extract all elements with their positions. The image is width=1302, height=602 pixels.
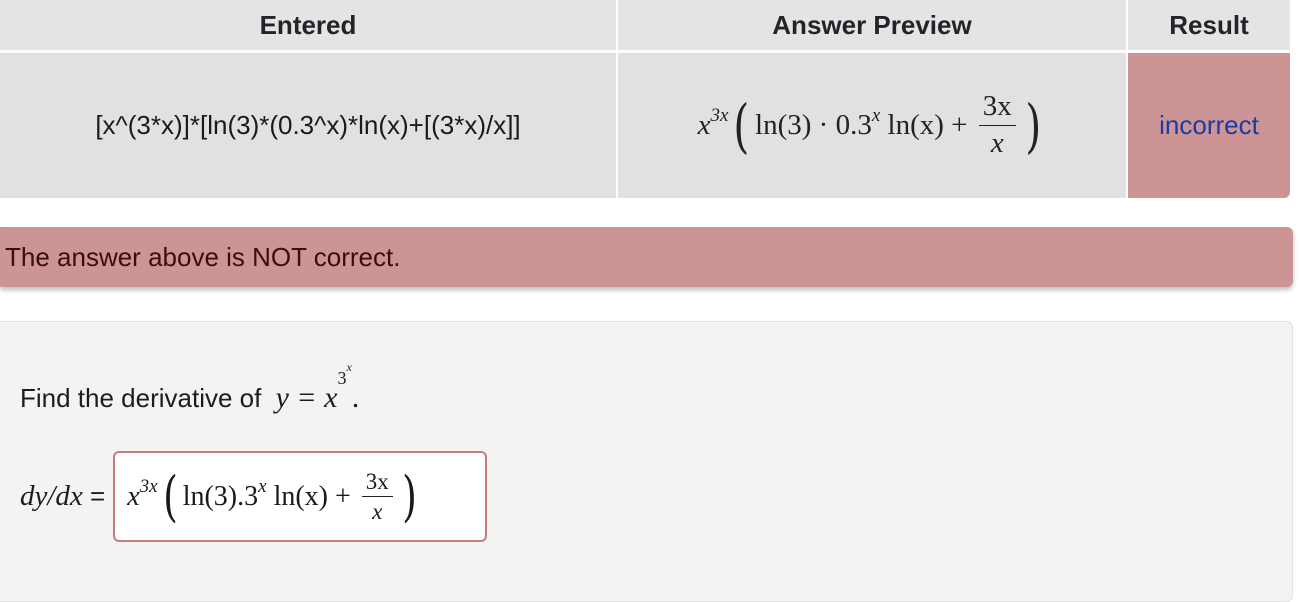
answer-label: dy/dx =: [20, 480, 105, 513]
answer-fraction: 3x x: [361, 469, 393, 525]
problem-statement: Find the derivative of y = x3x.: [20, 360, 360, 415]
preview-exponent: 3x: [710, 104, 729, 126]
answer-exponent: 3x: [139, 475, 158, 497]
preview-fraction-numerator: 3x: [978, 90, 1016, 126]
preview-inner-power: x: [871, 104, 881, 126]
results-row: [x^(3*x)]*[ln(3)*(0.3^x)*ln(x)+[(3*x)/x]…: [0, 51, 1290, 198]
preview-right-paren: ): [1025, 91, 1041, 160]
results-header-row: Entered Answer Preview Result: [0, 0, 1290, 53]
result-status-text: incorrect: [1159, 110, 1259, 140]
entered-answer-cell: [x^(3*x)]*[ln(3)*(0.3^x)*ln(x)+[(3*x)/x]…: [0, 51, 618, 198]
incorrect-answer-alert: The answer above is NOT correct.: [0, 227, 1293, 287]
answer-preview-math: x 3x ( ln(3) · 0.3 x ln(x) + 3x x ): [697, 90, 1047, 160]
preview-inner-suffix: ln(x) +: [880, 109, 975, 141]
attempt-results-table: Entered Answer Preview Result [x^(3*x)]*…: [0, 0, 1290, 198]
answer-left-paren: (: [162, 464, 178, 528]
answer-inner-suffix: ln(x) +: [266, 480, 358, 512]
answer-inner-prefix: ln(3).3: [182, 480, 259, 512]
alert-message: The answer above is NOT correct.: [5, 241, 401, 272]
statement-math: y = x3x.: [275, 360, 360, 415]
answer-fraction-numerator: 3x: [361, 469, 393, 497]
preview-fraction-denominator: x: [990, 127, 1004, 159]
statement-lhs: y = x: [275, 381, 338, 414]
result-cell: incorrect: [1127, 51, 1290, 198]
answer-inner-power: x: [258, 475, 267, 497]
preview-base: x: [697, 109, 711, 141]
answer-row: dy/dx = x 3x ( ln(3).3 x ln(x) + 3x x ): [20, 451, 488, 542]
statement-trailing: .: [351, 381, 360, 414]
entered-answer-text: [x^(3*x)]*[ln(3)*(0.3^x)*ln(x)+[(3*x)/x]…: [95, 110, 521, 140]
answer-input-field[interactable]: x 3x ( ln(3).3 x ln(x) + 3x x ): [113, 451, 488, 542]
preview-inner-prefix: ln(3) · 0.3: [755, 109, 872, 141]
answer-fraction-denominator: x: [372, 499, 383, 524]
preview-left-paren: (: [733, 91, 750, 160]
header-result: Result: [1127, 0, 1290, 53]
statement-exponent-power: x: [346, 360, 352, 374]
answer-base: x: [127, 480, 140, 512]
preview-fraction: 3x x: [978, 90, 1016, 160]
answer-label-math: dy/dx: [20, 480, 83, 512]
answer-label-equals: =: [82, 481, 106, 511]
header-answer-preview: Answer Preview: [617, 0, 1128, 53]
answer-right-paren: ): [401, 464, 417, 528]
header-entered: Entered: [0, 0, 618, 53]
answer-preview-cell: x 3x ( ln(3) · 0.3 x ln(x) + 3x x ): [617, 51, 1128, 198]
problem-panel: Find the derivative of y = x3x. dy/dx = …: [0, 321, 1293, 602]
statement-text: Find the derivative of: [20, 383, 269, 413]
